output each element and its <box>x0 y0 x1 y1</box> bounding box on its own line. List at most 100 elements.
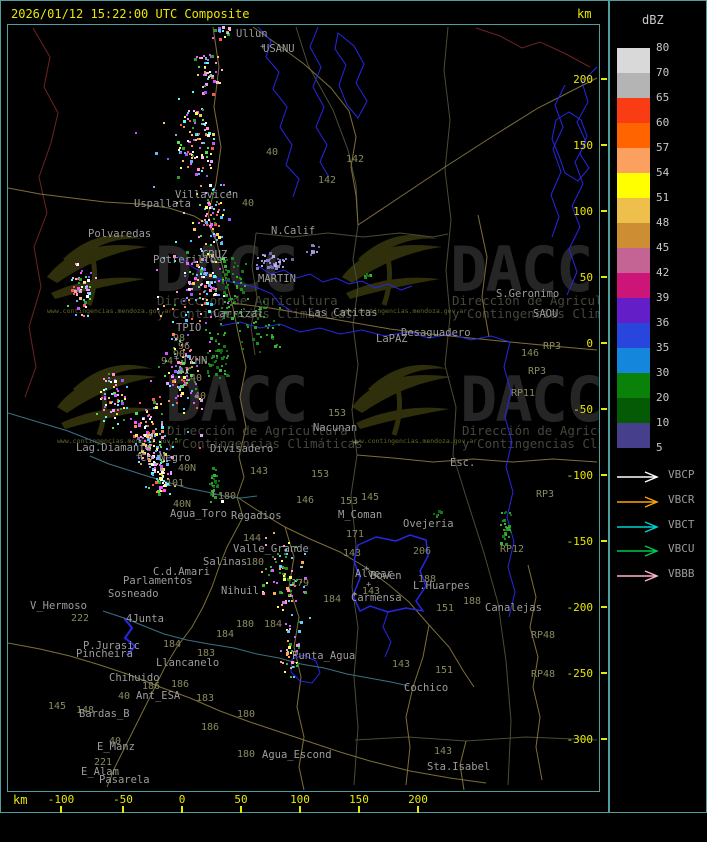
map-route-label: 142 <box>346 154 364 165</box>
map-place-label: Parlamentos <box>123 575 193 587</box>
radar-map-window: 2026/01/12 15:22:00 UTC Composite km DAC… <box>0 0 609 813</box>
colorbar-block <box>617 223 650 248</box>
echo-cluster <box>433 510 443 518</box>
river-line <box>382 611 392 658</box>
map-place-label: Nihuil <box>221 585 259 597</box>
river-line <box>309 26 330 178</box>
echo-cluster <box>194 54 223 95</box>
map-marker: + <box>366 580 372 590</box>
colorbar-value: 10 <box>656 416 670 429</box>
vector-arrow-icon <box>617 496 659 508</box>
axis-unit-top: km <box>577 7 592 21</box>
red-line <box>475 27 591 68</box>
bottom-axis-label: 50 <box>234 793 248 806</box>
map-place-label: Llancanelo <box>156 657 219 669</box>
timestamp: 2026/01/12 15:22:00 UTC Composite <box>11 7 250 21</box>
vector-label: VBCU <box>668 542 695 556</box>
right-axis-tick <box>601 78 607 80</box>
colorbar-value: 30 <box>656 366 670 379</box>
axis-unit-bottom: km <box>13 793 28 807</box>
right-axis-tick <box>601 474 607 476</box>
map-route-label: 145 <box>48 701 66 712</box>
map-marker: + <box>364 564 370 574</box>
right-axis-tick <box>601 540 607 542</box>
map-place-label: Ant_ESA <box>136 690 181 702</box>
map-route-label: 146 <box>296 495 314 506</box>
map-route-label: 180 <box>237 709 255 720</box>
colorbar-value: 5 <box>656 441 663 454</box>
map-marker: + <box>352 590 358 600</box>
svg-text:y Contingencias Climáticas: y Contingencias Climáticas <box>452 306 599 321</box>
map-place-label: Regadios <box>231 510 282 522</box>
colorbar-block <box>617 123 650 148</box>
map-route-label: 184 <box>264 619 282 630</box>
bottom-axis-label: 100 <box>290 793 310 806</box>
map-place-label: Punta_Agua <box>292 650 355 662</box>
map-route-label: 143 <box>250 466 268 477</box>
radar-map[interactable]: DACCDirección de Agriculturay Contingenc… <box>8 25 599 790</box>
bottom-axis-tick <box>122 806 124 813</box>
colorbar-block <box>617 98 650 123</box>
right-axis-label: 200 <box>573 73 593 86</box>
right-axis-label: -300 <box>566 733 594 746</box>
map-route-label: RP48 <box>531 669 555 680</box>
map-place-label: Divisadero <box>210 443 273 455</box>
colorbar-block <box>617 148 650 173</box>
colorbar-value: 48 <box>656 216 670 229</box>
right-axis-label: 50 <box>579 271 593 284</box>
map-place-label: Bowen <box>370 570 402 582</box>
colorbar-block <box>617 48 650 73</box>
vector-arrow-icon <box>617 570 659 582</box>
colorbar-block <box>617 173 650 198</box>
map-route-label: 153 <box>340 496 358 507</box>
map-place-label: SAOU <box>533 308 558 320</box>
map-marker: + <box>353 438 359 448</box>
colorbar-block <box>617 273 650 298</box>
map-route-label: 180 <box>246 557 264 568</box>
vector-arrow-icon <box>617 545 659 558</box>
bottom-axis-label: 150 <box>349 793 369 806</box>
river-line <box>334 32 368 119</box>
colorbar-block <box>617 198 650 223</box>
right-axis-tick <box>601 210 607 212</box>
map-route-label: 153 <box>328 408 346 419</box>
map-route-label: 186 <box>171 679 189 690</box>
map-place-label: Valle_Grande <box>233 543 309 555</box>
right-axis-label: -150 <box>566 535 594 548</box>
colorbar-block <box>617 373 650 398</box>
map-route-label: 151 <box>435 665 453 676</box>
svg-text:www.contingencias.mendoza.gov.: www.contingencias.mendoza.gov.ar <box>47 307 172 315</box>
map-route-label: RP12 <box>500 544 524 555</box>
right-axis-label: 0 <box>586 337 593 350</box>
map-place-label: M_Coman <box>338 509 382 521</box>
map-route-label: 143 <box>434 746 452 757</box>
right-axis-label: -100 <box>566 469 594 482</box>
colorbar-block <box>617 348 650 373</box>
vector-row: VBCP <box>616 468 695 483</box>
map-route-label: 184 <box>323 594 341 605</box>
bottom-axis-label: 200 <box>408 793 428 806</box>
bottom-axis-label: -50 <box>113 793 133 806</box>
map-route-label: 151 <box>436 603 454 614</box>
bottom-axis-tick <box>417 806 419 813</box>
colorbar-block <box>617 248 650 273</box>
map-place-label: N.Calif <box>271 225 315 237</box>
map-marker: + <box>136 451 142 461</box>
map-place-label: Cochico <box>404 682 448 694</box>
map-place-label: Bardas_B <box>79 708 130 720</box>
colorbar-value: 65 <box>656 91 670 104</box>
bottom-axis-tick <box>358 806 360 813</box>
right-axis-tick <box>601 408 607 410</box>
map-route-label: 184 <box>216 629 234 640</box>
map-marker: + <box>174 354 180 364</box>
map-place-label: E_Manz <box>97 741 135 753</box>
map-route-label: RP3 <box>536 489 554 500</box>
colorbar-block <box>617 298 650 323</box>
colorbar-value: 36 <box>656 316 670 329</box>
vector-row: VBCR <box>616 493 695 508</box>
colorbar-value: 60 <box>656 116 670 129</box>
map-place-label: Uspallata <box>134 198 191 210</box>
echo-cluster <box>306 244 320 256</box>
colorbar-value: 20 <box>656 391 670 404</box>
vector-label: VBCT <box>668 517 695 531</box>
